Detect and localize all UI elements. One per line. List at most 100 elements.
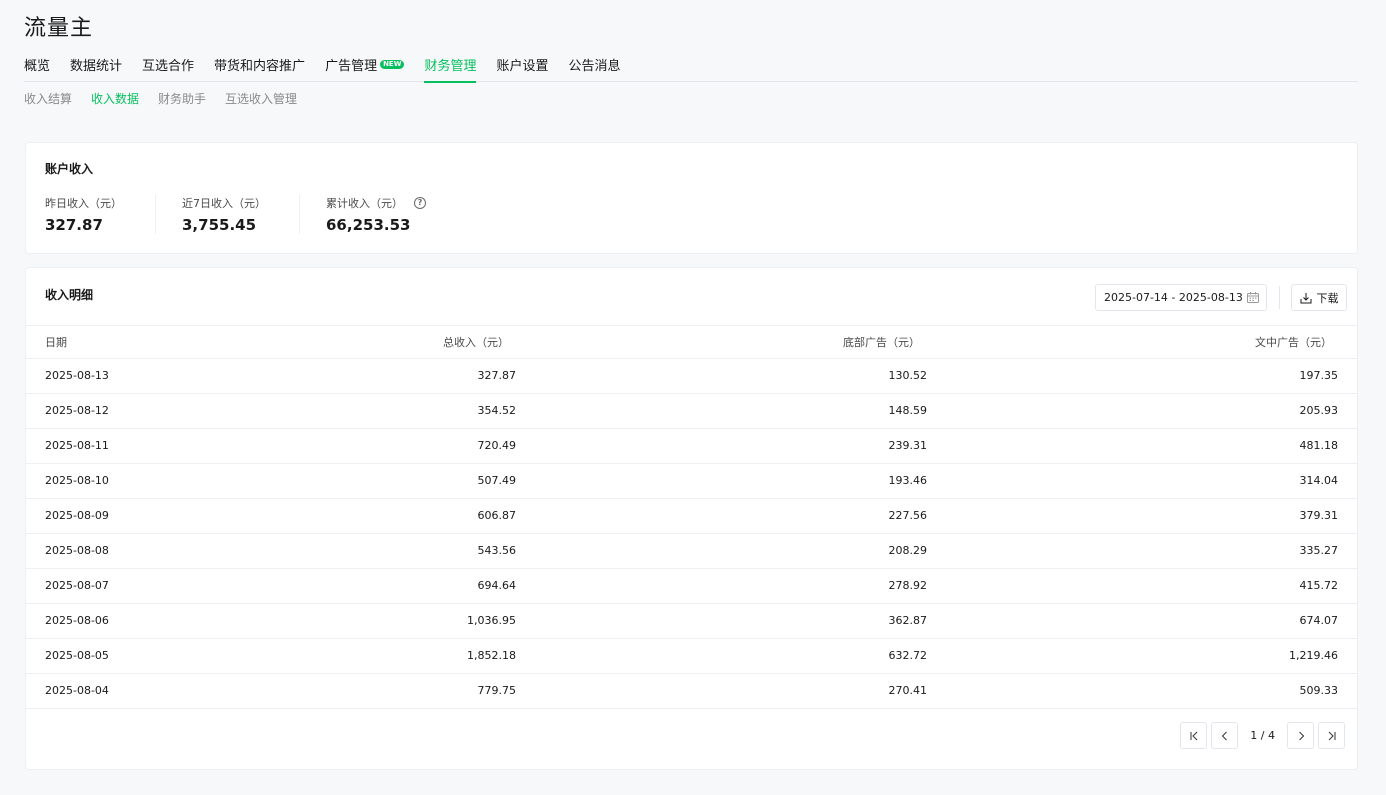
cell-inline-ad: 379.31 (1299, 509, 1339, 522)
cell-inline-ad: 509.33 (1299, 684, 1339, 697)
table-row: 2025-08-06 1,036.95 362.87 674.07 (26, 604, 1357, 639)
nav-tab-label: 带货和内容推广 (214, 59, 306, 74)
table-row: 2025-08-11 720.49 239.31 481.18 (26, 429, 1357, 464)
new-badge: NEW (380, 60, 405, 69)
nav-tab-4[interactable]: 广告管理 NEW (325, 56, 405, 82)
app-title: 流量主 (24, 16, 94, 41)
account-income-title: 账户收入 (45, 162, 94, 176)
nav-tab-label: 公告消息 (568, 59, 621, 74)
nav-tab-label: 广告管理 (325, 59, 378, 74)
cell-bottom-ad: 632.72 (888, 649, 928, 662)
col-header-bottom-ad: 底部广告（元） (843, 336, 920, 349)
calendar-icon (1247, 292, 1259, 303)
cell-inline-ad: 335.27 (1299, 544, 1339, 557)
stat-label: 近7日收入（元） (182, 195, 266, 211)
prev-page-button[interactable] (1211, 722, 1239, 749)
table-body: 2025-08-13 327.87 130.52 197.35 2025-08-12 35… (26, 359, 1357, 709)
sub-nav: 收入结算 收入数据 财务助手 互选收入管理 (24, 90, 316, 107)
nav-tab-2[interactable]: 互选合作 (142, 56, 194, 82)
stat-label-text: 近7日收入（元） (182, 197, 266, 210)
cell-date: 2025-08-04 (45, 684, 109, 697)
nav-tab-5[interactable]: 财务管理 (424, 56, 477, 83)
next-page-button[interactable] (1287, 722, 1314, 749)
cell-date: 2025-08-13 (45, 369, 109, 382)
table-row: 2025-08-08 543.56 208.29 335.27 (26, 534, 1357, 569)
download-button[interactable]: 下载 (1291, 284, 1347, 311)
stat-value: 3,755.45 (182, 216, 257, 234)
stat-label-text: 累计收入（元） (326, 197, 403, 210)
stat-value: 327.87 (45, 216, 103, 234)
cell-inline-ad: 197.35 (1299, 369, 1339, 382)
cell-total: 354.52 (477, 404, 517, 417)
cell-inline-ad: 1,219.46 (1289, 649, 1338, 662)
nav-tab-label: 数据统计 (70, 59, 123, 74)
pagination: 1 / 4 (1180, 722, 1345, 749)
date-range-picker[interactable]: 2025-07-14 - 2025-08-13 (1095, 284, 1267, 311)
nav-tab-label: 账户设置 (496, 59, 549, 74)
stat-label: 昨日收入（元） (45, 195, 122, 211)
toolbar-divider (1279, 286, 1280, 309)
cell-bottom-ad: 193.46 (888, 474, 928, 487)
download-icon (1300, 292, 1311, 303)
cell-inline-ad: 415.72 (1299, 579, 1339, 592)
sub-tab-3[interactable]: 互选收入管理 (225, 90, 297, 107)
cell-bottom-ad: 362.87 (888, 614, 928, 627)
question-circle-icon[interactable]: ? (414, 197, 426, 209)
nav-tab-label: 概览 (24, 59, 51, 74)
cell-inline-ad: 314.04 (1299, 474, 1339, 487)
table-row: 2025-08-05 1,852.18 632.72 1,219.46 (26, 639, 1357, 674)
cell-total: 1,036.95 (467, 614, 516, 627)
nav-tab-7[interactable]: 公告消息 (568, 56, 620, 82)
cell-total: 1,852.18 (467, 649, 516, 662)
first-page-icon (1190, 731, 1198, 740)
income-table: 日期 总收入（元） 底部广告（元） 文中广告（元） 2025-08-13 327.… (26, 325, 1357, 709)
download-label: 下载 (1316, 291, 1339, 305)
nav-tab-1[interactable]: 数据统计 (70, 56, 122, 82)
nav-tab-3[interactable]: 带货和内容推广 (214, 56, 305, 82)
chevron-left-icon (1221, 731, 1227, 740)
cell-bottom-ad: 227.56 (888, 509, 928, 522)
date-range-value: 2025-07-14 - 2025-08-13 (1104, 291, 1243, 304)
table-row: 2025-08-10 507.49 193.46 314.04 (26, 464, 1357, 499)
col-header-date: 日期 (45, 336, 67, 349)
cell-total: 327.87 (477, 369, 517, 382)
sub-tab-2[interactable]: 财务助手 (158, 90, 206, 107)
income-stat: 近7日收入（元） 3,755.45 (155, 195, 299, 234)
cell-total: 720.49 (477, 439, 517, 452)
stat-value: 66,253.53 (326, 216, 411, 234)
sub-tab-1[interactable]: 收入数据 (91, 90, 139, 107)
stat-label-text: 昨日收入（元） (45, 197, 122, 210)
cell-inline-ad: 481.18 (1299, 439, 1339, 452)
cell-bottom-ad: 148.59 (888, 404, 928, 417)
nav-tab-0[interactable]: 概览 (24, 56, 50, 82)
last-page-button[interactable] (1318, 722, 1345, 749)
cell-date: 2025-08-06 (45, 614, 109, 627)
last-page-icon (1328, 731, 1335, 740)
first-page-button[interactable] (1180, 722, 1208, 749)
page: 流量主 概览 数据统计 互选合作 带货和内容推广 广告管理 NEW 财务管理 账户设置 公告消息… (0, 0, 1386, 795)
income-stat: 昨日收入（元） 327.87 (45, 195, 155, 234)
cell-bottom-ad: 208.29 (888, 544, 928, 557)
income-detail-title: 收入明细 (45, 288, 94, 302)
cell-date: 2025-08-11 (45, 439, 109, 452)
cell-bottom-ad: 239.31 (888, 439, 928, 452)
nav-tab-6[interactable]: 账户设置 (496, 56, 548, 82)
col-header-inline-ad: 文中广告（元） (1255, 336, 1332, 349)
income-stat: 累计收入（元）? 66,253.53 (299, 195, 459, 234)
sub-tab-0[interactable]: 收入结算 (24, 90, 72, 107)
cell-date: 2025-08-12 (45, 404, 109, 417)
income-detail-card: 收入明细 2025-07-14 - 2025-08-13 下载 日期 总收入（元… (25, 267, 1358, 770)
cell-date: 2025-08-08 (45, 544, 109, 557)
income-stats: 昨日收入（元） 327.87 近7日收入（元） 3,755.45 累计收入（元）? 66,… (45, 195, 459, 234)
cell-total: 779.75 (477, 684, 517, 697)
cell-date: 2025-08-05 (45, 649, 109, 662)
cell-total: 694.64 (477, 579, 517, 592)
table-row: 2025-08-09 606.87 227.56 379.31 (26, 499, 1357, 534)
cell-total: 606.87 (477, 509, 517, 522)
account-income-card: 账户收入 昨日收入（元） 327.87 近7日收入（元） 3,755.45 累计收入（元… (25, 142, 1358, 254)
cell-total: 507.49 (477, 474, 517, 487)
cell-bottom-ad: 270.41 (888, 684, 928, 697)
chevron-right-icon (1298, 731, 1304, 740)
cell-total: 543.56 (477, 544, 517, 557)
table-header: 日期 总收入（元） 底部广告（元） 文中广告（元） (26, 325, 1357, 359)
